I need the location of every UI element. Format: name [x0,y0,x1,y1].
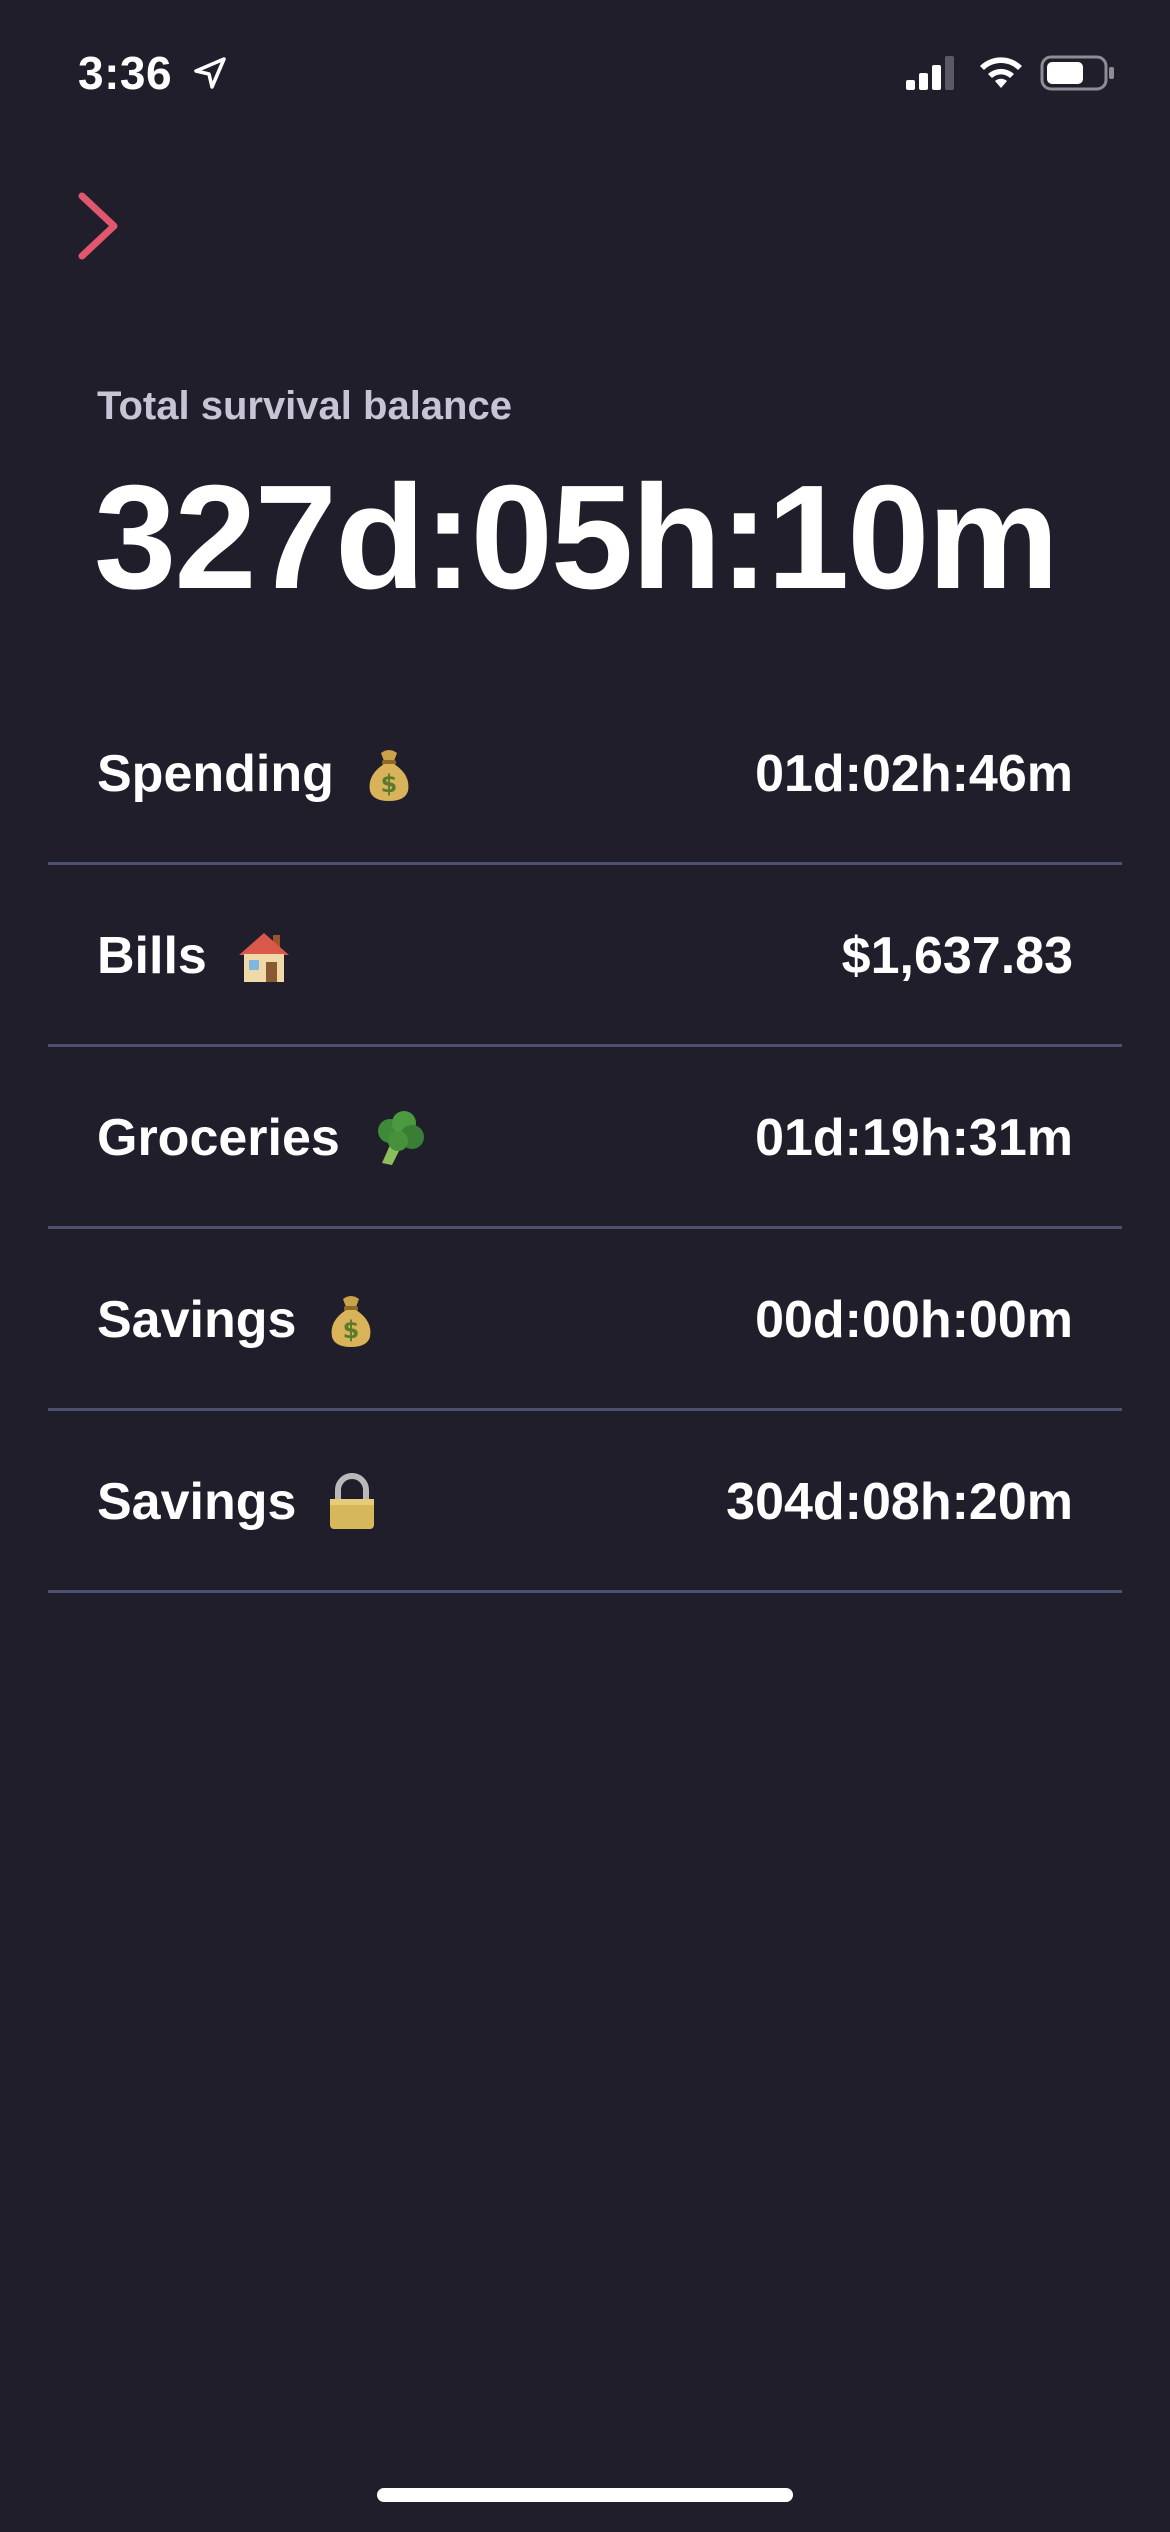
list-item-label: Savings $ [97,1229,376,1411]
lock-icon [330,1473,375,1529]
money-bag-icon: $ [369,750,409,801]
list-item-label: Spending $ [97,683,414,865]
list-item-label: Bills [97,865,293,1047]
chevron-right-icon [78,192,118,260]
list-item-savings-locked[interactable]: Savings 304d:08h:20m [48,1411,1122,1593]
list-item-value: 01d:19h:31m [755,1109,1073,1167]
list-item-value: 00d:00h:00m [755,1291,1073,1349]
balance-label: Total survival balance [97,384,512,428]
location-arrow-icon [194,57,226,89]
svg-text:$: $ [381,770,398,798]
list-item-savings[interactable]: Savings $ 00d:00h:00m [48,1229,1122,1411]
category-name: Savings [97,1291,297,1349]
money-bag-icon: $ [331,1296,371,1347]
category-name: Savings [97,1473,297,1531]
broccoli-icon [377,1111,424,1165]
list-item-label: Groceries [97,1047,430,1229]
list-item-value: $1,637.83 [841,927,1073,985]
category-name: Groceries [97,1109,340,1167]
balance-value: 327d:05h:10m [94,455,1059,620]
house-icon [238,933,289,982]
wifi-icon [980,57,1022,88]
list-item-groceries[interactable]: Groceries 01d:19h:31m [48,1047,1122,1229]
category-name: Bills [97,927,207,985]
svg-text:$: $ [343,1316,360,1344]
battery-icon [1040,55,1114,91]
category-name: Spending [97,745,334,803]
home-indicator[interactable] [377,2488,793,2502]
cellular-signal-icon [906,56,954,90]
chevron-right-button[interactable] [70,186,130,266]
list-item-value: 304d:08h:20m [726,1473,1073,1531]
status-time: 3:36 [78,47,173,99]
list-item-label: Savings [97,1411,380,1593]
list-item-value: 01d:02h:46m [755,745,1073,803]
list-item-bills[interactable]: Bills $1,637.83 [48,865,1122,1047]
category-list: Spending $ 01d:02h:46m Bills $1,637.83 G… [48,683,1122,1593]
status-bar: 3:36 [0,0,1170,150]
list-item-spending[interactable]: Spending $ 01d:02h:46m [48,683,1122,865]
